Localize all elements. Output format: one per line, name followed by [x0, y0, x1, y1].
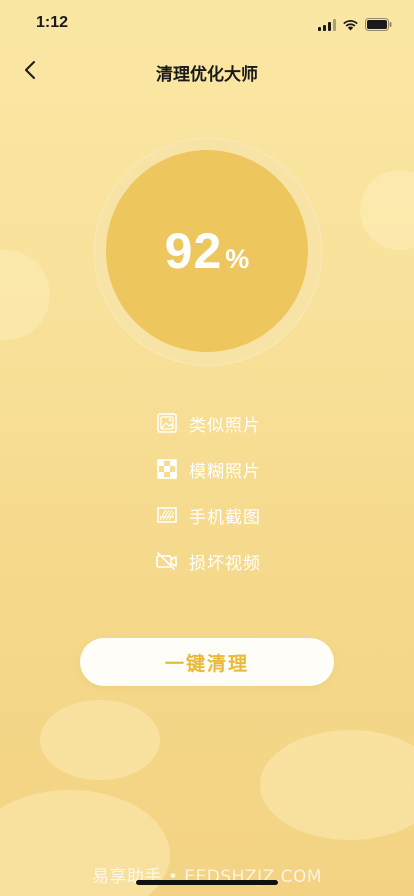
item-corrupted-videos[interactable]: 损坏视频: [156, 548, 261, 574]
item-screenshots[interactable]: 手机截图: [156, 502, 261, 528]
signal-icon: [318, 16, 336, 35]
page-title: 清理优化大师: [156, 65, 258, 85]
clean-button-label: 一键清理: [164, 652, 249, 675]
progress-readout: 92 %: [165, 222, 250, 280]
status-icons: [318, 16, 392, 35]
wifi-icon: [342, 16, 359, 35]
background-cloud: [260, 730, 414, 840]
background-cloud: [40, 700, 160, 780]
item-label: 模糊照片: [189, 461, 261, 482]
one-click-clean-button[interactable]: 一键清理: [80, 638, 334, 686]
background-cloud: [360, 170, 414, 250]
battery-icon: [365, 16, 392, 35]
screenshot-icon: [156, 504, 178, 526]
item-similar-photos[interactable]: 类似照片: [156, 410, 261, 436]
progress-unit: %: [225, 244, 250, 274]
item-label: 损坏视频: [189, 553, 261, 574]
blur-grid-icon: [156, 458, 178, 480]
background-cloud: [0, 250, 50, 340]
item-label: 类似照片: [189, 415, 261, 436]
nav-bar: 清理优化大师: [0, 50, 414, 94]
status-bar: 1:12: [0, 0, 414, 48]
home-indicator[interactable]: [136, 880, 278, 885]
progress-value: 92: [164, 223, 223, 279]
item-blurry-photos[interactable]: 模糊照片: [156, 456, 261, 482]
video-off-icon: [156, 550, 178, 572]
progress-circle: 92 %: [106, 150, 308, 352]
status-time: 1:12: [36, 14, 69, 31]
item-label: 手机截图: [189, 507, 261, 528]
photo-icon: [156, 412, 178, 434]
screen: 1:12 清理优化大师 92 % 类似照片 模糊照片 手机截图 损坏视频 一键清…: [0, 0, 414, 896]
